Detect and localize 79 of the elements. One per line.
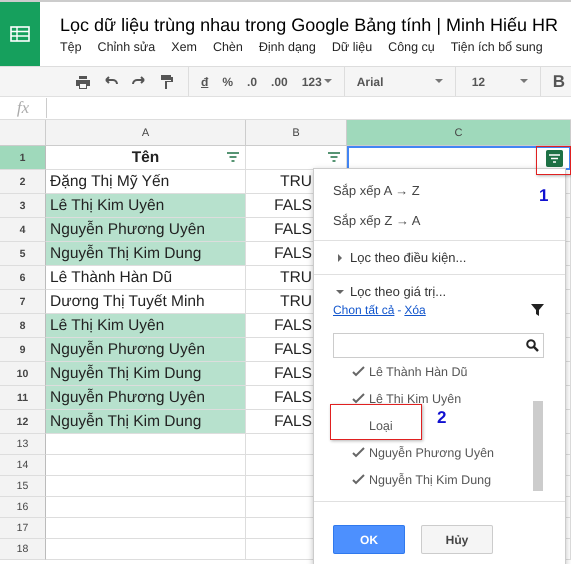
column-header[interactable]: A xyxy=(46,120,246,146)
table-cell: Nguyễn Thị Kim Dung xyxy=(46,410,246,434)
caret-icon[interactable] xyxy=(336,254,344,262)
table-cell: Lê Thành Hàn Dũ xyxy=(46,266,246,290)
checkmark-icon xyxy=(352,392,365,405)
link-separator: - xyxy=(397,303,402,317)
column-header[interactable]: C xyxy=(347,120,571,146)
row-header[interactable]: 16 xyxy=(0,497,46,518)
caret-icon xyxy=(324,79,332,84)
table-cell: Nguyễn Phương Uyên xyxy=(46,338,246,362)
menu-item[interactable]: Dữ liệu xyxy=(332,40,372,54)
font-size-dropdown[interactable]: 12 xyxy=(468,74,528,88)
table-cell: Nguyễn Phương Uyên xyxy=(46,218,246,242)
row-header[interactable]: 12 xyxy=(0,410,46,434)
row-header[interactable]: 3 xyxy=(0,194,46,218)
filter-section-toggle[interactable]: Lọc theo điều kiện... xyxy=(350,250,466,265)
row-header[interactable]: 6 xyxy=(0,266,46,290)
row-header[interactable]: 17 xyxy=(0,518,46,539)
search-icon[interactable] xyxy=(526,339,539,352)
menu-item[interactable]: Xem xyxy=(171,40,197,54)
cancel-button[interactable]: Hủy xyxy=(421,525,493,554)
table-cell: Nguyễn Phương Uyên xyxy=(46,386,246,410)
menu-item[interactable]: Tệp xyxy=(60,40,82,54)
menu-item[interactable]: Công cụ xyxy=(388,40,435,54)
scrollbar[interactable] xyxy=(533,401,543,491)
row-header[interactable]: 8 xyxy=(0,314,46,338)
document-title[interactable]: Lọc dữ liệu trùng nhau trong Google Bảng tính | Minh Hiếu HR xyxy=(60,14,558,36)
caret-icon[interactable] xyxy=(336,288,344,296)
filter-section-toggle[interactable]: Lọc theo giá trị... xyxy=(350,284,446,299)
checkmark-icon xyxy=(352,446,365,459)
menu-item[interactable]: Định dạng xyxy=(258,40,316,54)
row-header[interactable]: 5 xyxy=(0,242,46,266)
menu-item[interactable]: Chỉnh sửa xyxy=(98,40,156,54)
menu-item[interactable]: Tiện ích bổ sung xyxy=(450,40,543,54)
table-cell: Lê Thị Kim Uyên xyxy=(46,194,246,218)
filter-value-option[interactable]: Lê Thành Hàn Dũ xyxy=(352,358,468,385)
row-header[interactable]: 13 xyxy=(0,434,46,455)
column-header[interactable]: B xyxy=(246,120,347,146)
spreadsheet-icon[interactable] xyxy=(10,26,30,42)
currency-format-button[interactable]: đ xyxy=(201,74,208,88)
step-number: 1 xyxy=(539,186,548,206)
caret-icon xyxy=(434,79,443,84)
paint-format-icon[interactable] xyxy=(158,72,176,90)
menu-item[interactable]: Chèn xyxy=(212,40,243,54)
filter-icon xyxy=(549,154,560,163)
filter-button[interactable] xyxy=(546,150,563,167)
checkmark-icon xyxy=(352,473,365,486)
table-cell: Nguyễn Thị Kim Dung xyxy=(46,242,246,266)
formula-label: fx xyxy=(0,98,47,118)
row-header[interactable]: 4 xyxy=(0,218,46,242)
increase-decimals-button[interactable]: .00 xyxy=(271,74,288,88)
row-header[interactable]: 11 xyxy=(0,386,46,410)
highlight-frame xyxy=(536,146,571,175)
filter-value-option[interactable]: Loại xyxy=(352,412,393,439)
filter-value-option[interactable]: Nguyễn Thị Kim Dung xyxy=(352,466,492,493)
decrease-decimals-button[interactable]: .0 xyxy=(247,74,258,88)
row-header[interactable]: 14 xyxy=(0,455,46,476)
percent-format-button[interactable]: % xyxy=(222,74,234,88)
filter-icon[interactable] xyxy=(328,152,340,162)
bold-button[interactable]: B xyxy=(540,72,566,92)
row-header[interactable]: 18 xyxy=(0,539,46,560)
checkmark-icon xyxy=(352,365,365,378)
clear-link[interactable]: Xóa xyxy=(404,303,426,317)
row-header[interactable]: 9 xyxy=(0,338,46,362)
font-dropdown[interactable]: Arial xyxy=(356,74,443,88)
caret-icon xyxy=(520,79,528,84)
table-cell: Lê Thị Kim Uyên xyxy=(46,314,246,338)
row-header[interactable]: 10 xyxy=(0,362,46,386)
number-format-dropdown[interactable]: 123 xyxy=(302,74,332,88)
row-header[interactable]: 7 xyxy=(0,290,46,314)
filter-icon[interactable] xyxy=(227,152,239,162)
row-header[interactable]: 15 xyxy=(0,476,46,497)
filter-value-option[interactable]: Nguyễn Phương Uyên xyxy=(352,439,494,466)
row-header[interactable]: 1 xyxy=(0,146,46,170)
row-header[interactable]: 2 xyxy=(0,170,46,194)
funnel-icon[interactable] xyxy=(531,304,544,316)
search-field[interactable] xyxy=(333,333,544,358)
table-cell: Tên xyxy=(132,148,160,166)
table-cell: Nguyễn Thị Kim Dung xyxy=(46,362,246,386)
